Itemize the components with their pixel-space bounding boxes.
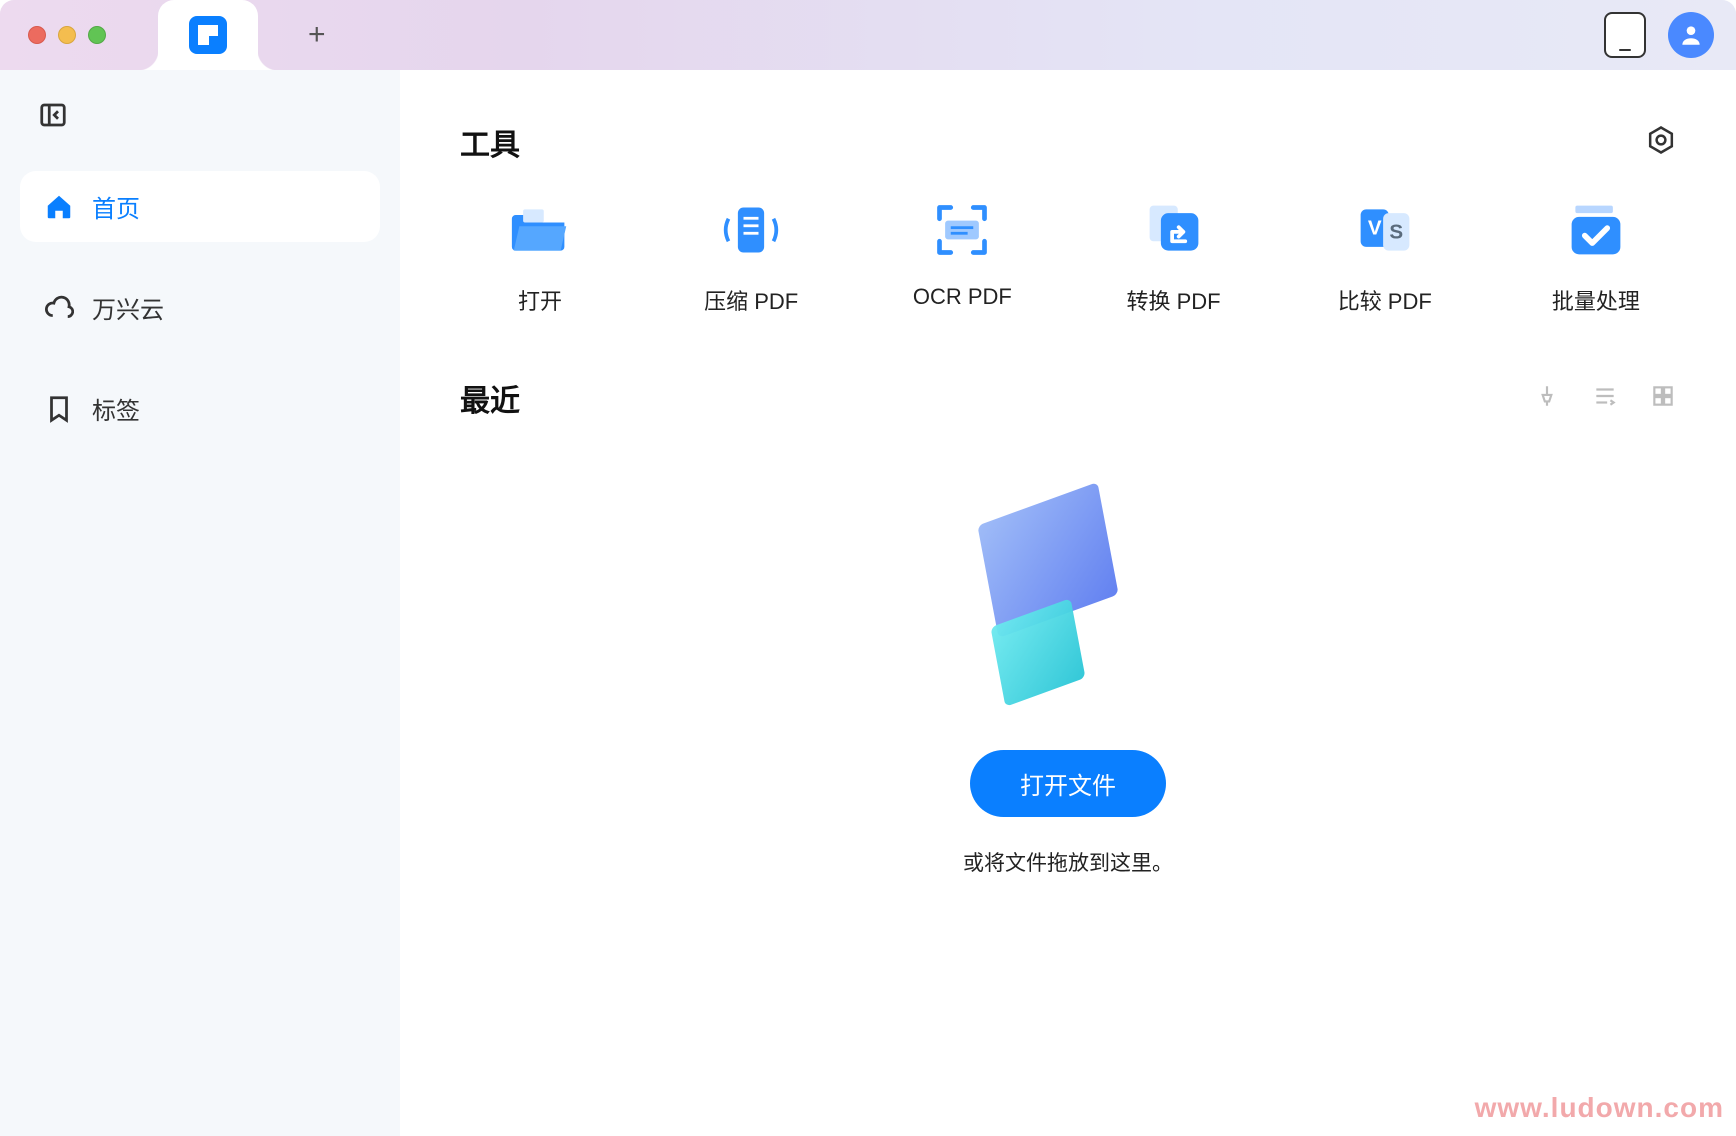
- gear-icon: [1646, 125, 1676, 155]
- mobile-device-button[interactable]: [1604, 12, 1646, 58]
- main-content: 工具 打开: [400, 70, 1736, 1136]
- list-icon: [1592, 383, 1618, 409]
- svg-text:V: V: [1368, 217, 1382, 240]
- tool-open[interactable]: 打开: [460, 200, 620, 316]
- tool-label: OCR PDF: [913, 284, 1012, 310]
- tool-ocr[interactable]: OCR PDF: [882, 200, 1042, 316]
- batch-icon: [1566, 200, 1626, 260]
- pin-view-button[interactable]: [1534, 383, 1560, 414]
- ocr-icon: [932, 200, 992, 260]
- list-view-button[interactable]: [1592, 383, 1618, 414]
- user-avatar-button[interactable]: [1668, 12, 1714, 58]
- sidebar: 首页 万兴云 标签: [0, 70, 400, 1136]
- tool-convert[interactable]: 转换 PDF: [1094, 200, 1254, 316]
- tool-batch[interactable]: 批量处理: [1516, 200, 1676, 316]
- recent-section-title: 最近: [460, 376, 520, 420]
- new-tab-button[interactable]: +: [308, 20, 326, 50]
- cloud-icon: [44, 293, 74, 323]
- grid-icon: [1650, 383, 1676, 409]
- open-file-button[interactable]: 打开文件: [970, 750, 1166, 817]
- compare-icon: V S: [1355, 200, 1415, 260]
- collapse-sidebar-button[interactable]: [38, 100, 400, 135]
- sidebar-item-label: 万兴云: [92, 290, 164, 325]
- empty-state: 打开文件 或将文件拖放到这里。: [460, 500, 1676, 877]
- svg-text:S: S: [1389, 220, 1403, 243]
- tools-row: 打开 压缩 PDF: [460, 200, 1676, 376]
- convert-icon: [1144, 200, 1204, 260]
- tool-label: 转换 PDF: [1127, 284, 1221, 316]
- tool-label: 压缩 PDF: [704, 284, 798, 316]
- sidebar-item-bookmarks[interactable]: 标签: [20, 373, 380, 444]
- empty-illustration-icon: [988, 500, 1148, 720]
- home-icon: [44, 192, 74, 222]
- tool-compare[interactable]: V S 比较 PDF: [1305, 200, 1465, 316]
- folder-icon: [510, 200, 570, 260]
- drop-hint-text: 或将文件拖放到这里。: [963, 847, 1173, 877]
- tool-label: 比较 PDF: [1338, 284, 1432, 316]
- user-icon: [1678, 22, 1704, 48]
- maximize-window-button[interactable]: [88, 26, 106, 44]
- recent-view-controls: [1534, 383, 1676, 414]
- active-tab[interactable]: [158, 0, 258, 70]
- tools-section-title: 工具: [460, 120, 520, 164]
- collapse-icon: [38, 100, 68, 130]
- grid-view-button[interactable]: [1650, 383, 1676, 414]
- tools-settings-button[interactable]: [1646, 125, 1676, 160]
- bookmark-icon: [44, 394, 74, 424]
- titlebar: +: [0, 0, 1736, 70]
- sidebar-item-home[interactable]: 首页: [20, 171, 380, 242]
- app-logo-icon: [189, 16, 227, 54]
- window-controls: [28, 26, 106, 44]
- compress-icon: [721, 200, 781, 260]
- sidebar-item-label: 标签: [92, 391, 140, 426]
- sidebar-item-label: 首页: [92, 189, 140, 224]
- close-window-button[interactable]: [28, 26, 46, 44]
- app-body: 首页 万兴云 标签 工具: [0, 70, 1736, 1136]
- sidebar-item-cloud[interactable]: 万兴云: [20, 272, 380, 343]
- minimize-window-button[interactable]: [58, 26, 76, 44]
- pin-icon: [1534, 383, 1560, 409]
- tool-label: 批量处理: [1552, 284, 1640, 316]
- tool-label: 打开: [518, 284, 562, 316]
- watermark-text: www.ludown.com: [1475, 1092, 1724, 1124]
- tool-compress[interactable]: 压缩 PDF: [671, 200, 831, 316]
